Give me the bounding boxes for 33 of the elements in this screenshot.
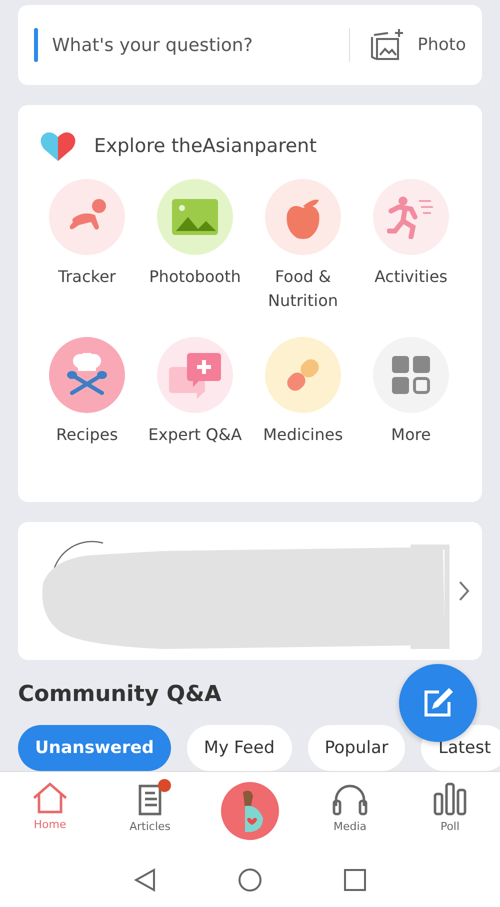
home-icon (32, 782, 68, 814)
bar-chart-icon (433, 782, 467, 816)
section-heading: Community Q&A (18, 682, 222, 707)
headphones-icon (332, 782, 368, 816)
explore-item[interactable]: Food & Nutrition (249, 179, 357, 325)
image-icon (172, 199, 218, 235)
runner-icon (387, 195, 435, 239)
chef-hat-spoons-icon (64, 353, 110, 397)
home-circle-icon[interactable] (238, 868, 262, 892)
back-icon[interactable] (134, 868, 156, 892)
photo-button[interactable]: Photo (368, 29, 466, 61)
recents-icon[interactable] (344, 868, 366, 890)
filter-tab[interactable]: Unanswered (18, 725, 171, 771)
nav-tab[interactable]: Poll (410, 782, 490, 860)
nav-tab[interactable]: Articles (110, 782, 190, 860)
filter-tab[interactable]: My Feed (186, 725, 292, 771)
explore-item[interactable]: Medicines (249, 337, 357, 483)
explore-item[interactable]: Activities (357, 179, 465, 325)
grid-icon (392, 356, 430, 394)
chat-plus-icon (167, 351, 223, 399)
pregnant-figure-icon (221, 782, 279, 840)
explore-item[interactable]: Tracker (33, 179, 141, 325)
question-field[interactable]: What's your question? (50, 34, 330, 56)
heart-icon (40, 131, 76, 161)
explore-item[interactable]: Recipes (33, 337, 141, 483)
nav-tab[interactable]: Media (310, 782, 390, 860)
chevron-right-icon[interactable] (458, 580, 470, 602)
explore-item[interactable]: More (357, 337, 465, 483)
compose-button[interactable] (399, 664, 477, 742)
filter-tab[interactable]: Popular (308, 725, 406, 771)
explore-item[interactable]: Photobooth (141, 179, 249, 325)
explore-title: Explore theAsianparent (94, 135, 317, 157)
explore-item[interactable]: Expert Q&A (141, 337, 249, 483)
